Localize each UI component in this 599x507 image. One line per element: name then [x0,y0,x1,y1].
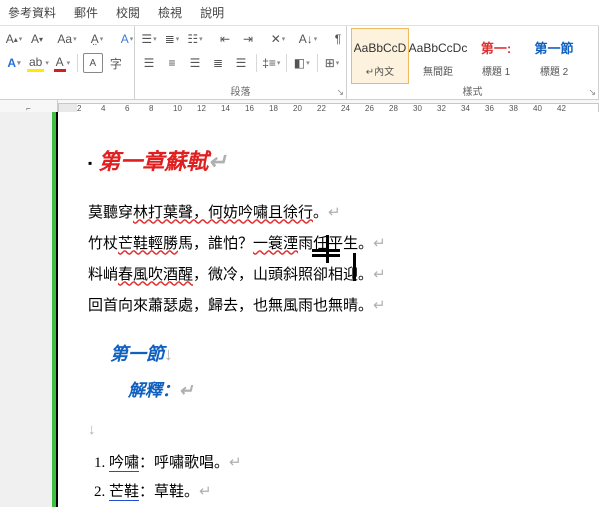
font-color-button[interactable]: A [52,53,72,73]
style-item-normal[interactable]: AaBbCcD ↵內文 [351,28,409,84]
blank-paragraph[interactable]: ↓ [88,417,569,444]
ribbon: A▴ A▾ Aa A̤ A A ab A A 字 ☰ ≣ [0,26,599,100]
decrease-indent-button[interactable]: ⇤ [215,29,235,49]
style-item-nospacing[interactable]: AaBbCcDc 無間距 [409,28,467,84]
show-marks-button[interactable]: ¶ [328,29,348,49]
styles-launcher-icon[interactable]: ↘ [588,87,596,98]
distributed-button[interactable]: ☰ [231,53,251,73]
multilevel-button[interactable]: ☷ [185,29,205,49]
heading-3[interactable]: 解釋：↵ [128,376,569,407]
asian-layout-button[interactable]: ✕ [268,29,288,49]
heading-1[interactable]: ▪第一章蘇軾↵ [88,142,569,182]
shading-button[interactable]: ◧ [292,53,312,73]
numbered-list[interactable]: 1. 吟嘯：呼嘯歌唱。↵ 2. 芒鞋：草鞋。↵ 3. 簑：以前農人穿的雨衣。↵ … [94,450,569,507]
borders-button[interactable]: ⊞ [322,53,342,73]
char-border-button[interactable]: 字 [106,53,126,73]
enclose-char-button[interactable]: A [83,53,103,73]
change-case-button[interactable]: Aa [57,29,77,49]
align-left-button[interactable]: ☰ [139,53,159,73]
menu-help[interactable]: 說明 [200,4,224,21]
para-group-label: 段落 [231,87,251,98]
style-item-heading1[interactable]: 第一: 標題 1 [467,28,525,84]
clear-formatting-button[interactable]: A [117,29,137,49]
text-effects-button[interactable]: A [4,53,24,73]
menu-bar: 參考資料 郵件 校閱 檢視 說明 [0,0,599,26]
style-item-heading2[interactable]: 第一節 標題 2 [525,28,583,84]
phonetic-guide-button[interactable]: A̤ [87,29,107,49]
ribbon-group-paragraph: ☰ ≣ ☷ ⇤ ⇥ ✕ A↓ ¶ ☰ ≡ ☰ ≣ ☰ ‡≡ [135,26,347,99]
increase-indent-button[interactable]: ⇥ [238,29,258,49]
menu-references[interactable]: 參考資料 [8,4,56,21]
sort-button[interactable]: A↓ [298,29,318,49]
document-area[interactable]: ▪第一章蘇軾↵ 莫聽穿林打葉聲，何妨吟嘯且徐行。↵ 竹杖芒鞋輕勝馬，誰怕？一簑湮… [0,112,599,507]
numbering-button[interactable]: ≣ [162,29,182,49]
decrease-font-button[interactable]: A▾ [27,29,47,49]
para-launcher-icon[interactable]: ↘ [336,87,344,98]
ribbon-group-styles: AaBbCcD ↵內文 AaBbCcDc 無間距 第一: 標題 1 第一節 標題… [347,26,599,99]
styles-group-label: 樣式 [463,87,483,98]
menu-review[interactable]: 校閱 [116,4,140,21]
styles-gallery[interactable]: AaBbCcD ↵內文 AaBbCcDc 無間距 第一: 標題 1 第一節 標題… [351,28,594,84]
ribbon-group-font: A▴ A▾ Aa A̤ A A ab A A 字 [0,26,135,99]
justify-button[interactable]: ≣ [208,53,228,73]
menu-mailings[interactable]: 郵件 [74,4,98,21]
bullets-button[interactable]: ☰ [139,29,159,49]
poem-block[interactable]: 莫聽穿林打葉聲，何妨吟嘯且徐行。↵ 竹杖芒鞋輕勝馬，誰怕？一簑湮雨任平生。↵ 料… [88,200,569,320]
increase-font-button[interactable]: A▴ [4,29,24,49]
highlight-button[interactable]: ab [27,53,49,73]
align-center-button[interactable]: ≡ [162,53,182,73]
line-spacing-button[interactable]: ‡≡ [261,53,281,73]
page: ▪第一章蘇軾↵ 莫聽穿林打葉聲，何妨吟嘯且徐行。↵ 竹杖芒鞋輕勝馬，誰怕？一簑湮… [58,112,599,507]
document-content[interactable]: ▪第一章蘇軾↵ 莫聽穿林打葉聲，何妨吟嘯且徐行。↵ 竹杖芒鞋輕勝馬，誰怕？一簑湮… [58,112,599,507]
align-right-button[interactable]: ☰ [185,53,205,73]
menu-view[interactable]: 檢視 [158,4,182,21]
heading-2[interactable]: 第一節↓ [110,338,569,370]
